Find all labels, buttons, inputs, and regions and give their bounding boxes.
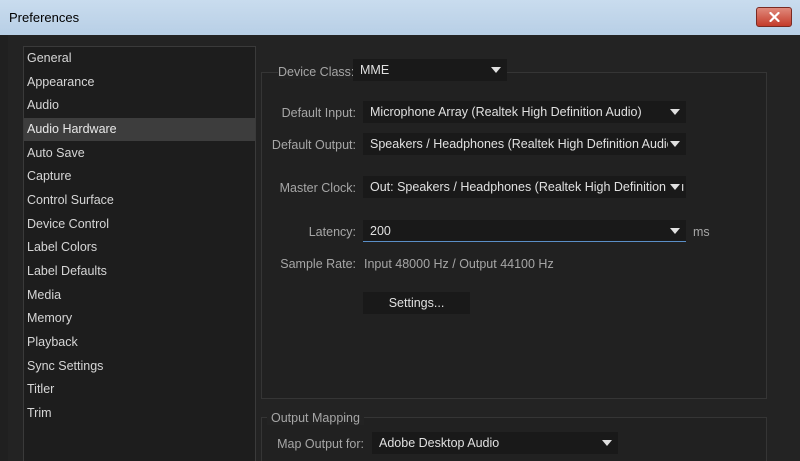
sample-rate-label: Sample Rate: (280, 257, 356, 271)
sample-rate-value: Input 48000 Hz / Output 44100 Hz (364, 257, 554, 271)
chevron-down-icon (600, 432, 614, 454)
latency-label: Latency: (308, 225, 356, 239)
sidebar-item-auto-save[interactable]: Auto Save (24, 142, 255, 165)
chevron-down-icon (489, 59, 503, 81)
close-icon (768, 12, 780, 22)
output-mapping-legend: Output Mapping (267, 411, 364, 425)
master-clock-value: Out: Speakers / Headphones (Realtek High… (370, 180, 685, 194)
sidebar-item-control-surface[interactable]: Control Surface (24, 189, 255, 212)
preferences-client-area: General Appearance Audio Audio Hardware … (8, 35, 800, 461)
default-input-value: Microphone Array (Realtek High Definitio… (370, 105, 642, 119)
sidebar-item-media[interactable]: Media (24, 284, 255, 307)
sidebar-item-playback[interactable]: Playback (24, 331, 255, 354)
default-input-dropdown[interactable]: Microphone Array (Realtek High Definitio… (363, 101, 686, 123)
chevron-down-icon (668, 220, 682, 241)
preferences-window: Preferences General Appearance Audio Aud… (0, 0, 800, 461)
sidebar-item-audio-hardware[interactable]: Audio Hardware (24, 118, 255, 141)
map-output-dropdown[interactable]: Adobe Desktop Audio (372, 432, 618, 454)
sidebar-item-sync-settings[interactable]: Sync Settings (24, 355, 255, 378)
sidebar-item-capture[interactable]: Capture (24, 165, 255, 188)
device-class-dropdown[interactable]: MME (353, 59, 507, 81)
master-clock-label: Master Clock: (279, 181, 356, 195)
sidebar-item-audio[interactable]: Audio (24, 94, 255, 117)
sidebar-item-trim[interactable]: Trim (24, 402, 255, 425)
chevron-down-icon (668, 101, 682, 123)
title-bar[interactable]: Preferences (0, 0, 800, 35)
close-button[interactable] (756, 7, 792, 27)
map-output-label: Map Output for: (277, 437, 364, 451)
sidebar-item-memory[interactable]: Memory (24, 307, 255, 330)
window-title: Preferences (9, 10, 80, 25)
default-output-value: Speakers / Headphones (Realtek High Defi… (370, 137, 678, 151)
settings-button[interactable]: Settings... (363, 292, 470, 314)
latency-unit: ms (693, 225, 710, 239)
latency-combobox[interactable]: 200 (363, 220, 686, 242)
sidebar-item-general[interactable]: General (24, 47, 255, 70)
default-input-label: Default Input: (281, 106, 356, 120)
chevron-down-icon (668, 133, 682, 155)
master-clock-dropdown[interactable]: Out: Speakers / Headphones (Realtek High… (363, 176, 686, 198)
sidebar-item-device-control[interactable]: Device Control (24, 213, 255, 236)
preferences-category-list[interactable]: General Appearance Audio Audio Hardware … (23, 46, 256, 461)
device-class-label: Device Class: (278, 65, 355, 79)
device-class-value: MME (360, 63, 390, 77)
default-output-label: Default Output: (271, 138, 356, 152)
latency-value: 200 (370, 224, 391, 238)
chevron-down-icon (668, 176, 682, 198)
default-output-dropdown[interactable]: Speakers / Headphones (Realtek High Defi… (363, 133, 686, 155)
sidebar-item-label-defaults[interactable]: Label Defaults (24, 260, 255, 283)
sidebar-item-titler[interactable]: Titler (24, 378, 255, 401)
sidebar-item-appearance[interactable]: Appearance (24, 71, 255, 94)
map-output-value: Adobe Desktop Audio (379, 436, 500, 450)
sidebar-item-label-colors[interactable]: Label Colors (24, 236, 255, 259)
